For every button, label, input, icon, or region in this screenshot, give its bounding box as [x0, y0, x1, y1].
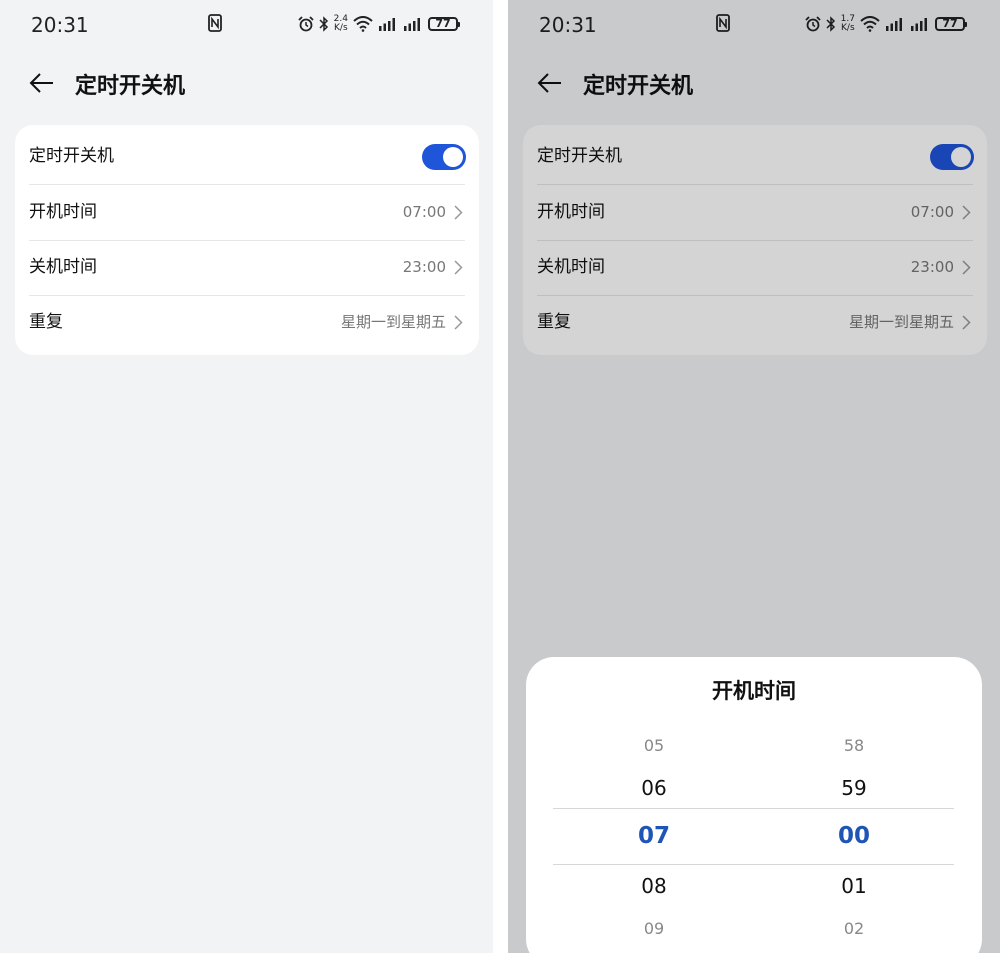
status-bar: 20:31 2.4 K/s 77 [0, 0, 493, 52]
row-power-on-time[interactable]: 开机时间 07:00 [15, 185, 479, 240]
selection-line-top [553, 808, 954, 809]
hour-option[interactable]: 06 [604, 776, 704, 800]
wifi-icon [353, 16, 373, 32]
back-arrow-icon[interactable] [29, 70, 55, 96]
picker-title: 开机时间 [712, 679, 796, 703]
row-repeat[interactable]: 重复 星期一到星期五 [15, 295, 479, 350]
row-value: 星期一到星期五 [340, 313, 446, 331]
minute-selected[interactable]: 00 [804, 823, 904, 849]
battery-indicator: 77 [428, 17, 460, 31]
network-speed-unit: K/s [334, 23, 348, 33]
status-icons: 2.4 K/s 77 [298, 14, 460, 34]
minute-option[interactable]: 02 [804, 919, 904, 938]
selection-line-bottom [553, 864, 954, 865]
chevron-right-icon [454, 260, 463, 275]
status-time: 20:31 [31, 13, 89, 37]
row-power-off-time[interactable]: 关机时间 23:00 [15, 240, 479, 295]
signal-icon [379, 18, 395, 31]
app-bar: 定时开关机 [0, 60, 493, 106]
settings-screen-left: 20:31 2.4 K/s 77 定时开关机 定时开关机 开机时间 07:00 … [0, 0, 493, 953]
row-label: 关机时间 [29, 257, 97, 277]
hour-option[interactable]: 08 [604, 874, 704, 898]
scheduled-power-toggle[interactable] [422, 144, 466, 170]
row-label: 重复 [29, 312, 63, 332]
nfc-icon [208, 14, 222, 32]
row-label: 定时开关机 [29, 146, 114, 166]
signal-icon-2 [404, 18, 420, 31]
time-picker-sheet: 开机时间 05 06 07 08 09 58 59 00 01 02 [526, 657, 982, 953]
row-value: 23:00 [402, 258, 446, 276]
minute-option[interactable]: 01 [804, 874, 904, 898]
settings-card: 定时开关机 开机时间 07:00 关机时间 23:00 重复 星期一到星期五 [15, 125, 479, 355]
alarm-icon [298, 16, 314, 32]
chevron-right-icon [454, 315, 463, 330]
toggle-knob [443, 147, 463, 167]
minute-option[interactable]: 59 [804, 776, 904, 800]
page-title: 定时开关机 [75, 74, 186, 99]
row-scheduled-power[interactable]: 定时开关机 [15, 129, 479, 184]
bluetooth-icon [319, 16, 328, 32]
hour-option[interactable]: 09 [604, 919, 704, 938]
chevron-right-icon [454, 205, 463, 220]
hour-option[interactable]: 05 [604, 736, 704, 755]
minute-option[interactable]: 58 [804, 736, 904, 755]
row-label: 开机时间 [29, 202, 97, 222]
network-speed: 2.4 K/s [334, 15, 348, 33]
settings-screen-right: 20:31 1.7 K/s 77 定时开关机 定时开关机 开机时间 07:00 … [508, 0, 1000, 953]
row-value: 07:00 [402, 203, 446, 221]
hour-selected[interactable]: 07 [604, 823, 704, 849]
